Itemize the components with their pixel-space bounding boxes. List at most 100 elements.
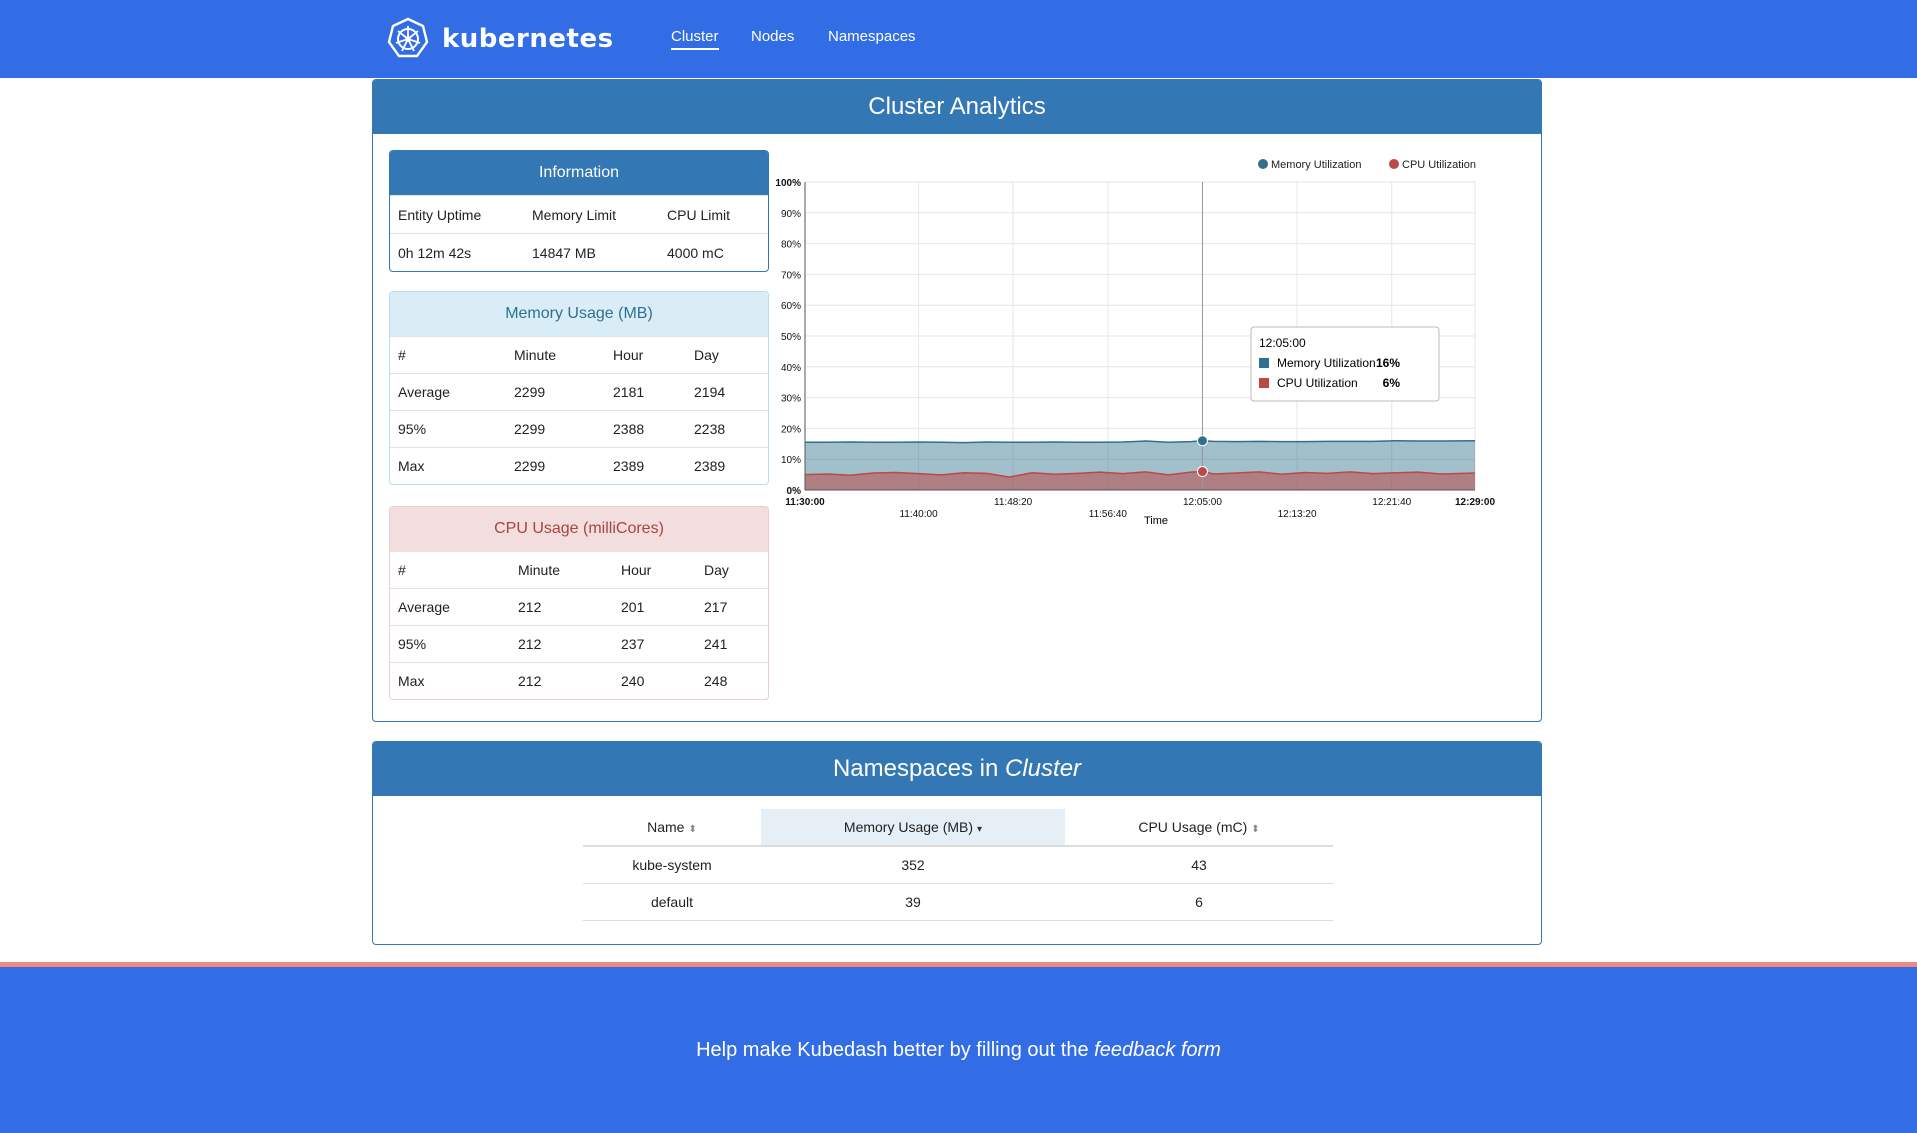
tooltip-cpu-swatch [1259, 378, 1269, 388]
legend-cpu-label[interactable]: CPU Utilization [1402, 159, 1476, 171]
y-tick-label: 10% [781, 455, 801, 466]
hover-point [1196, 435, 1208, 447]
memory-cell: 2194 [694, 384, 726, 400]
hover-point [1196, 466, 1208, 478]
x-tick-label: 11:30:00 [785, 497, 825, 508]
column-cpu-header[interactable]: CPU Usage (mC) ⬍ [1065, 819, 1333, 835]
table-row[interactable]: default 39 6 [583, 884, 1333, 921]
cpu-col-hour: Hour [621, 562, 652, 578]
namespace-name[interactable]: kube-system [583, 857, 761, 873]
memory-cell: 2389 [694, 458, 726, 474]
cpu-cell: 237 [621, 636, 645, 652]
memory-cell: 2388 [613, 421, 645, 437]
utilization-chart[interactable]: 0% 10% 20% 30% 40% 50% 60% 70% 80% 90% 100% 11:30:0… [775, 150, 1535, 550]
information-value-row: 0h 12m 42s 14847 MB 4000 mC [390, 233, 768, 271]
memory-cell: Average [398, 384, 450, 400]
y-tick-label: 0% [787, 486, 802, 497]
cpu-row-95: 95% 212 237 241 [390, 625, 768, 662]
cpu-cell: 240 [621, 673, 645, 689]
feedback-form-link[interactable]: feedback form [1094, 1039, 1221, 1061]
sort-desc-icon: ▾ [977, 824, 983, 835]
memory-cell: 2299 [514, 421, 546, 437]
panel-title: Cluster Analytics [373, 80, 1541, 134]
namespaces-table: Name ⬍ Memory Usage (MB) ▾ CPU Usage (mC) ⬍… [583, 809, 1333, 921]
footer-text: Help make Kubedash better by filling out… [0, 1039, 1917, 1062]
table-row[interactable]: kube-system 352 43 [583, 847, 1333, 884]
column-name-header[interactable]: Name ⬍ [583, 819, 761, 835]
memory-row-max: Max 2299 2389 2389 [390, 447, 768, 484]
tooltip-memory-label: Memory Utilization [1277, 356, 1376, 370]
x-tick-label: 12:05:00 [1183, 497, 1222, 508]
memory-cell: Max [398, 458, 425, 474]
memory-col-hour: Hour [613, 347, 644, 363]
nav-nodes[interactable]: Nodes [751, 28, 794, 45]
chart-legend[interactable]: Memory Utilization CPU Utilization [1258, 159, 1476, 171]
memory-col-day: Day [694, 347, 719, 363]
top-navbar: kubernetes Cluster Nodes Namespaces [0, 0, 1917, 78]
tooltip-cpu-label: CPU Utilization [1277, 376, 1358, 390]
sort-icon: ⬍ [1251, 824, 1260, 835]
memory-cell: 2238 [694, 421, 726, 437]
cpu-row-average: Average 212 201 217 [390, 588, 768, 625]
legend-memory-label[interactable]: Memory Utilization [1271, 159, 1361, 171]
cpu-col-day: Day [704, 562, 729, 578]
namespace-name[interactable]: default [583, 894, 761, 910]
x-tick-label: 12:29:00 [1455, 497, 1495, 508]
tooltip-memory-value: 16% [1376, 356, 1400, 370]
legend-memory-marker [1258, 159, 1268, 169]
cpu-cell: 201 [621, 599, 645, 615]
memory-header-row: # Minute Hour Day [390, 336, 768, 373]
cpu-col-minute: Minute [518, 562, 561, 578]
memory-cell: 2389 [613, 458, 645, 474]
tooltip-cpu-value: 6% [1383, 376, 1401, 390]
memory-limit-label: Memory Limit [532, 206, 617, 223]
nav-namespaces[interactable]: Namespaces [828, 28, 916, 45]
cpu-cell: 212 [518, 636, 542, 652]
namespaces-panel: Namespaces in Cluster Name ⬍ Memory Usage… [372, 741, 1542, 945]
cpu-usage-box: CPU Usage (milliCores) # Minute Hour Day… [389, 506, 769, 700]
chart-tooltip: 12:05:00 Memory Utilization 16% CPU Util… [1250, 326, 1440, 402]
uptime-label: Entity Uptime [398, 206, 482, 223]
brand-name: kubernetes [442, 24, 614, 54]
brand[interactable]: kubernetes [386, 16, 614, 62]
column-cpu-label: CPU Usage (mC) [1138, 819, 1248, 835]
memory-cell: 2299 [514, 458, 546, 474]
memory-col-hash: # [398, 347, 406, 363]
information-box: Information Entity Uptime Memory Limit C… [389, 150, 769, 272]
cluster-analytics-panel: Cluster Analytics Information Entity Upt… [372, 79, 1542, 722]
uptime-value: 0h 12m 42s [398, 244, 472, 261]
cpu-cell: 95% [398, 636, 427, 652]
kubernetes-logo-icon [386, 17, 430, 61]
cpu-limit-value: 4000 mC [667, 244, 724, 261]
column-memory-header[interactable]: Memory Usage (MB) ▾ [761, 809, 1065, 845]
x-tick-label: 12:21:40 [1372, 497, 1411, 508]
column-name-label: Name [647, 819, 685, 835]
x-tick-label: 11:40:00 [899, 509, 938, 520]
namespace-cpu: 43 [1191, 857, 1207, 873]
information-header-row: Entity Uptime Memory Limit CPU Limit [390, 195, 768, 233]
y-tick-label: 50% [781, 332, 801, 343]
memory-col-minute: Minute [514, 347, 557, 363]
memory-usage-title: Memory Usage (MB) [390, 292, 768, 336]
namespaces-table-header: Name ⬍ Memory Usage (MB) ▾ CPU Usage (mC) ⬍ [583, 809, 1333, 847]
y-tick-label: 20% [781, 424, 801, 435]
sort-icon: ⬍ [688, 824, 697, 835]
y-tick-label: 90% [781, 209, 801, 220]
cpu-cell: 248 [704, 673, 728, 689]
y-tick-label: 70% [781, 270, 801, 281]
footer-message: Help make Kubedash better by filling out… [696, 1039, 1095, 1061]
cpu-cell: 241 [704, 636, 728, 652]
tooltip-memory-swatch [1259, 358, 1269, 368]
namespaces-title-prefix: Namespaces in [832, 755, 1006, 782]
y-tick-label: 60% [781, 301, 801, 312]
memory-cell: 95% [398, 421, 427, 437]
x-tick-label: 11:56:40 [1089, 509, 1128, 520]
cpu-header-row: # Minute Hour Day [390, 551, 768, 588]
cpu-col-hash: # [398, 562, 406, 578]
namespace-cpu: 6 [1195, 894, 1203, 910]
namespaces-title-emph: Cluster [1005, 755, 1082, 782]
nav-cluster[interactable]: Cluster [671, 28, 719, 50]
y-tick-label: 40% [781, 363, 801, 374]
cpu-limit-label: CPU Limit [667, 206, 731, 223]
x-tick-label: 11:48:20 [994, 497, 1033, 508]
